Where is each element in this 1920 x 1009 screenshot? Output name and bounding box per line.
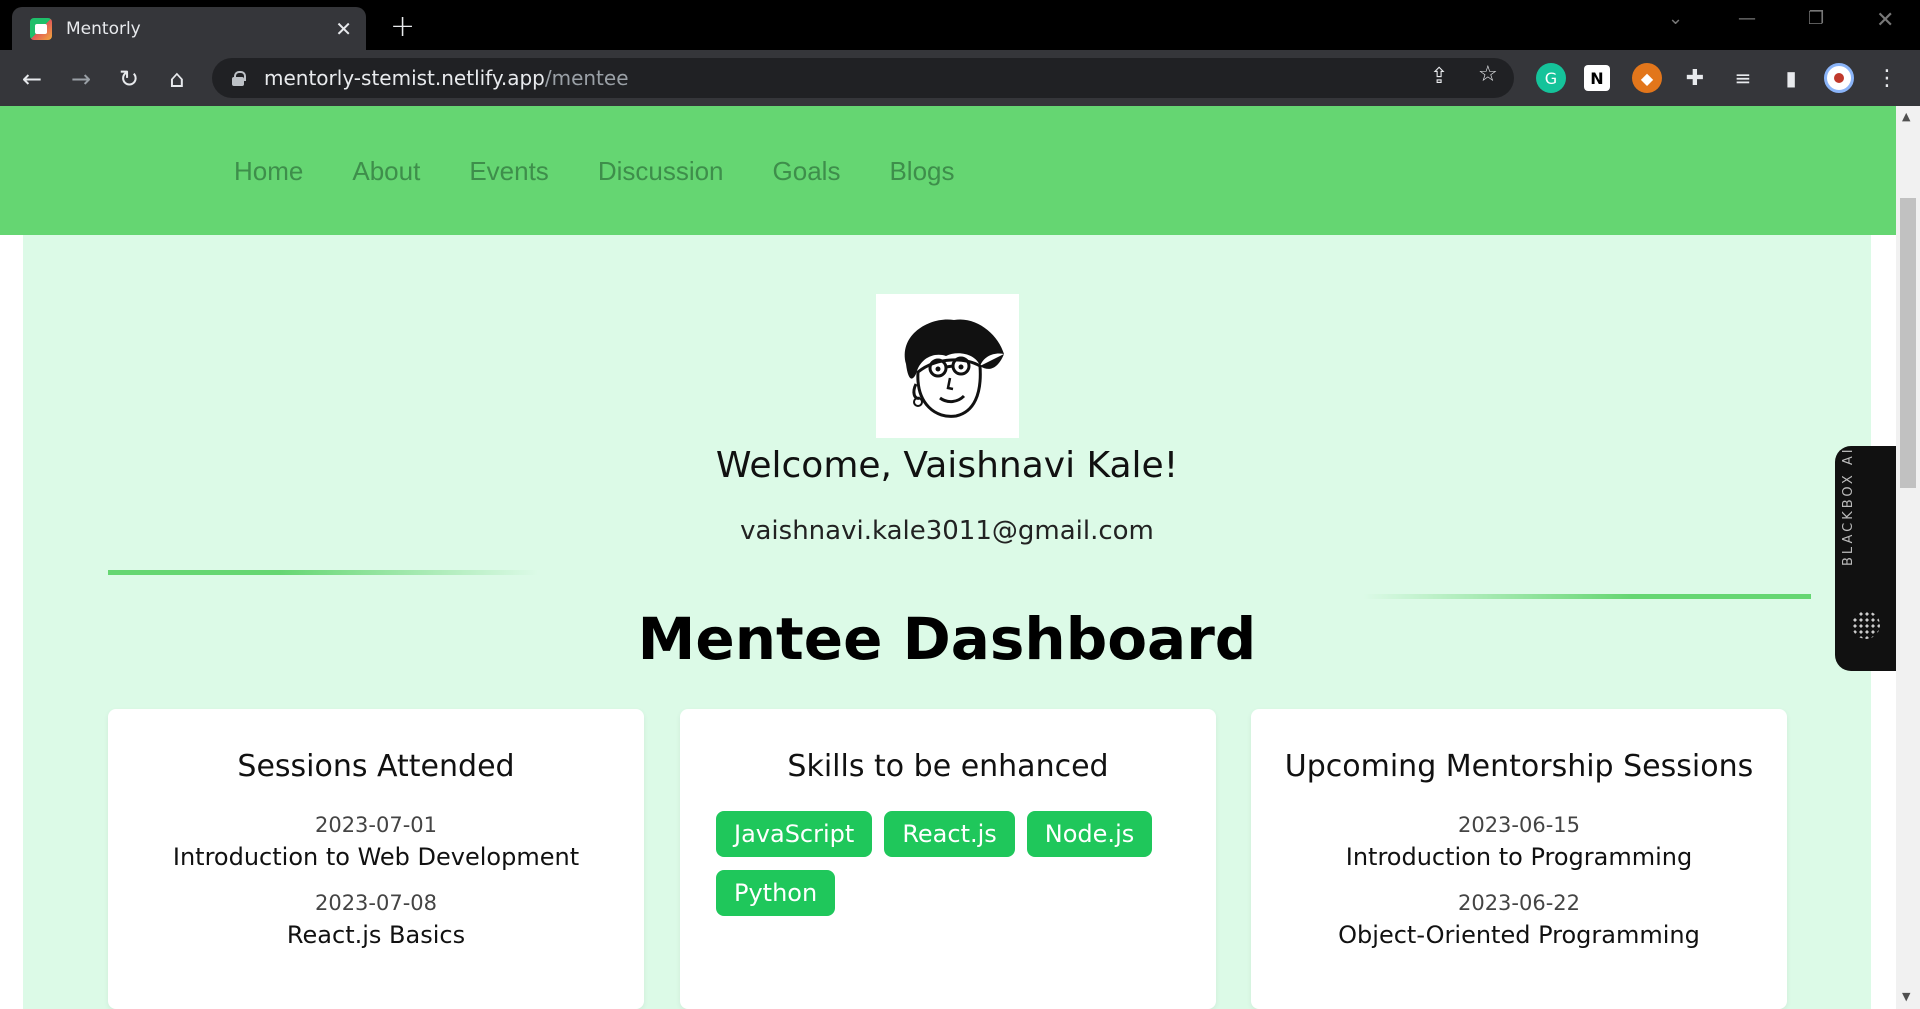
tab-search-icon[interactable]: ⌄ [1668,8,1683,29]
side-panel-icon[interactable]: ▮ [1776,63,1806,93]
nav-links: Home About Events Discussion Goals Blogs [234,156,955,187]
mentee-content: Welcome, Vaishnavi Kale! vaishnavi.kale3… [23,235,1871,1009]
page-scrollbar[interactable]: ▲ ▼ [1896,106,1920,1009]
window-close-icon[interactable]: ✕ [1876,8,1894,33]
skill-badge[interactable]: JavaScript [716,811,873,857]
list-item: 2023-06-22 Object-Oriented Programming [1251,891,1787,949]
notion-icon[interactable]: N [1584,65,1610,91]
site-navbar: Home About Events Discussion Goals Blogs [0,106,1896,235]
card-title: Skills to be enhanced [787,749,1109,784]
web-page: Home About Events Discussion Goals Blogs [0,106,1920,1009]
scroll-up-icon[interactable]: ▲ [1902,110,1910,123]
list-item: 2023-06-15 Introduction to Programming [1251,813,1787,871]
welcome-heading: Welcome, Vaishnavi Kale! [715,445,1179,486]
skills-card: Skills to be enhanced JavaScript React.j… [680,709,1216,1009]
mentorly-favicon-icon [30,17,52,40]
session-date: 2023-06-22 [1457,891,1581,915]
new-tab-icon[interactable]: + [390,9,415,44]
back-icon[interactable]: ← [15,62,49,96]
nav-link-events[interactable]: Events [469,156,549,187]
card-title: Sessions Attended [237,749,515,784]
user-avatar-icon [904,319,1004,418]
reload-icon[interactable]: ↻ [112,62,146,96]
forward-icon[interactable]: → [64,62,98,96]
session-name: Introduction to Web Development [172,843,580,871]
url-host: mentorly-stemist.netlify.app [264,66,545,90]
blackbox-logo-icon [1852,611,1880,639]
metamask-icon[interactable]: ◆ [1632,63,1662,93]
list-item: 2023-07-08 React.js Basics [108,891,644,949]
upcoming-sessions-card: Upcoming Mentorship Sessions 2023-06-15 … [1251,709,1787,1009]
browser-tab[interactable]: Mentorly ✕ [12,7,366,50]
menu-kebab-icon[interactable]: ⋮ [1872,63,1902,93]
blackbox-label: BLACKBOX AI [1841,446,1856,566]
extensions-puzzle-icon[interactable]: ✚ [1680,63,1710,93]
session-name: Introduction to Programming [1345,843,1693,871]
lock-icon[interactable] [232,71,246,86]
session-date: 2023-07-01 [314,813,438,837]
restore-icon[interactable]: ❐ [1808,8,1824,29]
session-name: React.js Basics [286,921,466,949]
close-tab-icon[interactable]: ✕ [335,17,352,41]
sessions-attended-card: Sessions Attended 2023-07-01 Introductio… [108,709,644,1009]
nav-link-home[interactable]: Home [234,156,303,187]
nav-link-discussion[interactable]: Discussion [598,156,724,187]
decorative-divider-left [108,570,538,575]
list-item: 2023-07-01 Introduction to Web Developme… [108,813,644,871]
nav-link-about[interactable]: About [352,156,420,187]
scrollbar-thumb[interactable] [1900,198,1916,488]
browser-tab-bar: Mentorly ✕ + ⌄ — ❐ ✕ [0,0,1920,50]
home-icon[interactable]: ⌂ [160,62,194,96]
browser-toolbar: ← → ↻ ⌂ mentorly-stemist.netlify.app /me… [0,50,1920,106]
nav-link-goals[interactable]: Goals [773,156,841,187]
nav-link-blogs[interactable]: Blogs [889,156,954,187]
skill-badge[interactable]: Python [716,870,836,916]
share-icon[interactable]: ⇪ [1430,64,1448,89]
skills-list: JavaScript React.js Node.js Python [716,811,1186,916]
skill-badge[interactable]: Node.js [1026,811,1153,857]
bookmark-star-icon[interactable]: ☆ [1478,62,1498,87]
session-date: 2023-07-08 [314,891,438,915]
blackbox-ai-widget[interactable]: BLACKBOX AI [1835,446,1897,671]
reading-list-icon[interactable]: ≡ [1728,63,1758,93]
grammarly-icon[interactable]: G [1536,63,1566,93]
card-title: Upcoming Mentorship Sessions [1284,749,1754,784]
scroll-down-icon[interactable]: ▼ [1902,990,1910,1003]
session-name: Object-Oriented Programming [1338,921,1700,949]
avatar [876,294,1019,438]
skill-badge[interactable]: React.js [884,811,1015,857]
address-bar[interactable]: mentorly-stemist.netlify.app /mentee [212,58,1514,98]
user-email: vaishnavi.kale3011@gmail.com [740,516,1154,546]
session-date: 2023-06-15 [1457,813,1581,837]
tab-title: Mentorly [66,18,141,39]
dashboard-title: Mentee Dashboard [637,605,1257,673]
url-path: /mentee [544,66,629,90]
profile-avatar-icon[interactable] [1824,63,1854,93]
minimize-icon[interactable]: — [1738,8,1756,29]
decorative-divider-right [1363,594,1811,599]
